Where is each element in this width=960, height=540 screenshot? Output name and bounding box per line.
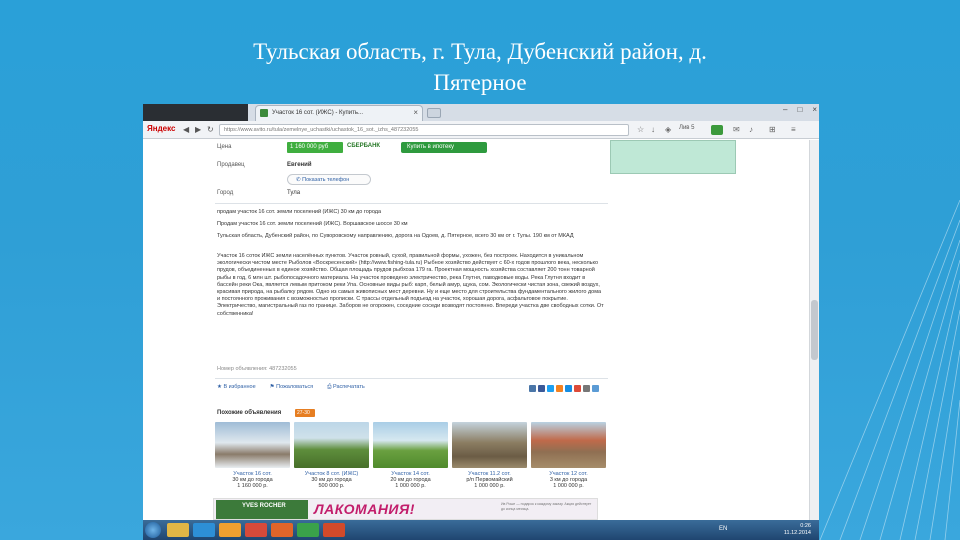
listing-line1: продам участок 16 сот. земли поселений (…: [217, 209, 382, 215]
mortgage-button[interactable]: Купить в ипотеку: [401, 142, 487, 153]
banner-small-text: Ив Роше — подарок к каждому заказу. Акци…: [501, 502, 592, 511]
reload-icon[interactable]: ↻: [207, 125, 214, 134]
translate-icon[interactable]: ⊞: [769, 125, 776, 134]
listing-description: Участок 16 соток ИЖС земли населённых пу…: [217, 253, 604, 317]
menu-icon[interactable]: ≡: [791, 125, 796, 134]
star-icon[interactable]: ☆: [637, 125, 644, 134]
maximize-icon[interactable]: □: [797, 105, 802, 114]
card-price: 1 000 000 р.: [474, 483, 505, 489]
window-controls: – □ ×: [783, 105, 817, 114]
slide-title-line1: Тульская область, г. Тула, Дубенский рай…: [253, 39, 707, 64]
listing-photo[interactable]: [373, 422, 448, 468]
slide-title-line2: Пятерное: [433, 70, 527, 95]
similar-card[interactable]: Участок 16 сот. 30 км до города 1 160 00…: [215, 422, 290, 489]
close-window-icon[interactable]: ×: [812, 105, 817, 114]
yandex-logo[interactable]: Яндекс: [147, 124, 175, 133]
twitter-icon[interactable]: [547, 385, 554, 392]
clock-time: 0:26: [800, 523, 811, 529]
tab-title: Участок 16 сот. (ИЖС) - Купить...: [272, 110, 364, 116]
listing-photo[interactable]: [531, 422, 606, 468]
price-value: 1 160 000 руб: [287, 142, 343, 153]
complain-link[interactable]: ⚑ Пожаловаться: [270, 384, 313, 396]
show-phone-button[interactable]: ✆ Показать телефон: [287, 174, 371, 185]
address-bar: Яндекс ◀ ▶ ↻ https://www.avito.ru/tula/z…: [143, 121, 819, 139]
ie-icon[interactable]: [193, 523, 215, 537]
clock-date: 11.12.2014: [783, 530, 811, 536]
city-value: Тула: [287, 190, 301, 196]
similar-title: Похожие объявления: [217, 410, 282, 416]
ad-banner[interactable]: YVES ROCHER ЛАКОМАНИЯ! Ив Роше — подарок…: [213, 498, 598, 520]
similar-card[interactable]: Участок 12 сот. 3 км до города 1 000 000…: [531, 422, 606, 489]
shield-icon[interactable]: ◈: [665, 125, 671, 134]
firefox-icon[interactable]: [271, 523, 293, 537]
card-price: 500 000 р.: [318, 483, 345, 489]
clock[interactable]: 0:26 11.12.2014: [784, 523, 811, 537]
slide-title: Тульская область, г. Тула, Дубенский рай…: [150, 36, 810, 98]
bell-icon[interactable]: ♪: [749, 125, 753, 134]
extension-icon[interactable]: [711, 125, 723, 135]
card-price: 1 000 000 р.: [395, 483, 426, 489]
url-input[interactable]: https://www.avito.ru/tula/zemelnye_uchas…: [219, 124, 629, 136]
similar-card[interactable]: Участок 11.2 сот. р/п Первомайский 1 000…: [452, 422, 527, 489]
scrollbar[interactable]: [809, 140, 819, 520]
map-thumbnail[interactable]: [610, 140, 736, 174]
facebook-icon[interactable]: [538, 385, 545, 392]
page-content: Цена 1 160 000 руб СБЕРБАНК Купить в ипо…: [143, 140, 819, 520]
divider: [215, 378, 608, 379]
taskbar: EN 0:26 11.12.2014: [143, 520, 819, 540]
dark-corner: [143, 104, 248, 121]
listing-line2: Продам участок 16 сот. земли поселений (…: [217, 221, 408, 227]
link-icon[interactable]: [592, 385, 599, 392]
card-price: 1 160 000 р.: [237, 483, 268, 489]
listing-address: Тульская область, Дубенский район, по Су…: [217, 233, 574, 239]
start-button[interactable]: [145, 522, 161, 538]
seller-label: Продавец: [217, 162, 245, 168]
favicon-icon: [260, 109, 268, 117]
minimize-icon[interactable]: –: [783, 105, 787, 114]
vk-icon[interactable]: [529, 385, 536, 392]
sberbank-logo[interactable]: СБЕРБАНК: [347, 143, 380, 149]
close-icon[interactable]: ×: [413, 108, 418, 117]
divider: [215, 203, 608, 204]
similar-badge: 27-30: [295, 409, 315, 417]
browser-tabbar: Участок 16 сот. (ИЖС) - Купить... × – □ …: [143, 104, 819, 121]
app-icon[interactable]: [297, 523, 319, 537]
price-label: Цена: [217, 144, 232, 150]
listing-photo[interactable]: [215, 422, 290, 468]
yandex-browser-icon[interactable]: [323, 523, 345, 537]
similar-cards: Участок 16 сот. 30 км до города 1 160 00…: [215, 422, 607, 489]
forward-icon[interactable]: ▶: [195, 125, 201, 134]
show-phone-label: Показать телефон: [302, 177, 350, 183]
decorative-lines: [819, 200, 960, 540]
language-indicator[interactable]: EN: [719, 526, 727, 532]
browser-tab[interactable]: Участок 16 сот. (ИЖС) - Купить... ×: [255, 105, 423, 121]
card-price: 1 000 000 р.: [553, 483, 584, 489]
weather-widget[interactable]: Лив 5: [679, 125, 694, 131]
explorer-icon[interactable]: [167, 523, 189, 537]
share-buttons: [529, 385, 599, 392]
mailru-icon[interactable]: [565, 385, 572, 392]
similar-card[interactable]: Участок 14 сот. 20 км до города 1 000 00…: [373, 422, 448, 489]
similar-card[interactable]: Участок 8 сот. (ИЖС) 30 км до города 500…: [294, 422, 369, 489]
seller-name: Евгений: [287, 162, 312, 168]
favorite-link[interactable]: ★ В избранное: [217, 384, 256, 396]
back-icon[interactable]: ◀: [183, 125, 189, 134]
new-tab-button[interactable]: [427, 108, 441, 118]
print-link[interactable]: ⎙ Распечатать: [327, 384, 365, 396]
ok-icon[interactable]: [556, 385, 563, 392]
listing-photo[interactable]: [294, 422, 369, 468]
browser-screenshot: Участок 16 сот. (ИЖС) - Купить... × – □ …: [143, 104, 819, 540]
gplus-icon[interactable]: [574, 385, 581, 392]
city-label: Город: [217, 190, 234, 196]
banner-text: ЛАКОМАНИЯ!: [314, 501, 415, 517]
livejournal-icon[interactable]: [583, 385, 590, 392]
download-icon[interactable]: ↓: [651, 125, 655, 134]
ad-number: Номер объявления: 487232055: [217, 366, 297, 372]
scroll-thumb[interactable]: [811, 300, 818, 360]
folder-icon[interactable]: [219, 523, 241, 537]
listing-photo[interactable]: [452, 422, 527, 468]
mail-icon[interactable]: ✉: [733, 125, 740, 134]
media-icon[interactable]: [245, 523, 267, 537]
banner-brand: YVES ROCHER: [216, 500, 308, 519]
